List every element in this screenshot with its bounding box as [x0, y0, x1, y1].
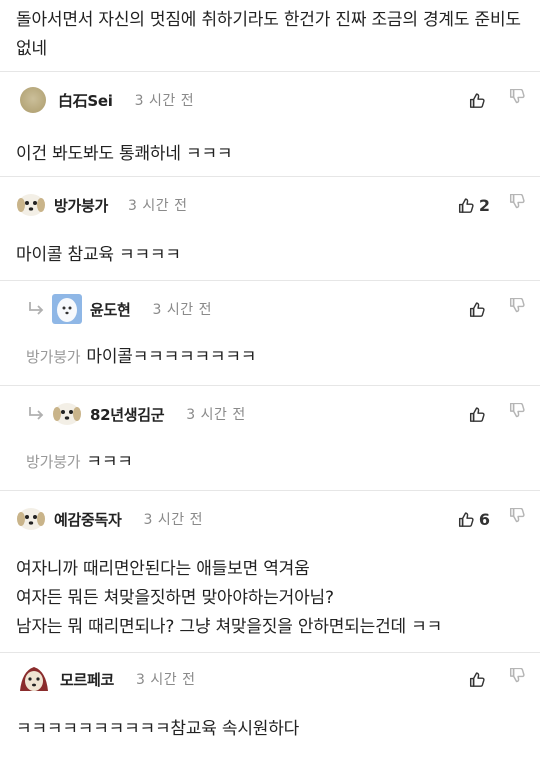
avatar[interactable] — [16, 504, 46, 534]
comment-header: 방가붕가 3 시간 전 2 — [16, 177, 540, 233]
avatar[interactable] — [20, 87, 46, 113]
comment-author[interactable]: 방가붕가 — [54, 195, 108, 216]
like-button[interactable]: 6 — [457, 510, 490, 529]
vote-controls: 6 — [457, 491, 526, 547]
white-dog-avatar-icon — [52, 294, 82, 324]
thumbs-up-icon — [458, 512, 474, 527]
like-button[interactable] — [468, 91, 490, 109]
reply-mention[interactable]: 방가붕가 — [26, 453, 81, 471]
vote-controls: 2 — [457, 177, 526, 233]
like-button[interactable] — [468, 405, 490, 423]
thumbs-down-icon — [509, 507, 525, 523]
comment-item: 白石Sei 3 시간 전 이건 봐도봐도 통쾌하네 ㅋㅋㅋ — [0, 72, 540, 177]
vote-controls — [468, 72, 526, 128]
reply-mention[interactable]: 방가붕가 — [26, 348, 81, 366]
comment-author[interactable]: 예감중독자 — [54, 509, 122, 530]
comment-time: 3 시간 전 — [143, 512, 203, 528]
like-count: 2 — [478, 195, 490, 215]
comment-line: 마이콜ㅋㅋㅋㅋㅋㅋㅋㅋ — [86, 347, 257, 367]
reply-item: 윤도현 3 시간 전 방가붕가 마이콜ㅋㅋㅋㅋㅋㅋㅋㅋ — [0, 281, 540, 386]
comment-item: 모르페코 3 시간 전 ㅋㅋㅋㅋㅋㅋㅋㅋㅋㅋ참교육 속시원하다 — [0, 653, 540, 756]
dislike-button[interactable] — [508, 193, 526, 216]
comment-body: 방가붕가 ㅋㅋㅋ — [0, 442, 540, 477]
thumbs-up-icon — [469, 407, 485, 422]
vote-controls — [468, 281, 526, 337]
thumbs-up-icon — [469, 302, 485, 317]
comment-line: 이건 봐도봐도 통쾌하네 ㅋㅋㅋ — [16, 144, 233, 164]
puppy-avatar-icon — [17, 508, 45, 530]
comment-header: 예감중독자 3 시간 전 6 — [16, 491, 540, 547]
comment-time: 3 시간 전 — [186, 407, 246, 423]
comment-body: ㅋㅋㅋㅋㅋㅋㅋㅋㅋㅋ참교육 속시원하다 — [0, 705, 540, 744]
puppy-avatar-icon — [17, 194, 45, 216]
comment-body: 방가붕가 마이콜ㅋㅋㅋㅋㅋㅋㅋㅋ — [0, 337, 540, 372]
thumbs-up-icon — [458, 198, 474, 213]
like-count: 6 — [478, 509, 490, 529]
reply-item: 82년생김군 3 시간 전 방가붕가 ㅋㅋㅋ — [0, 386, 540, 491]
article-tail-text: 돌아서면서 자신의 멋짐에 취하기라도 한건가 진짜 조금의 경계도 준비도 없… — [16, 10, 521, 59]
comment-body: 마이콜 참교육 ㅋㅋㅋㅋ — [0, 233, 540, 270]
thumbs-down-icon — [509, 88, 525, 104]
like-button[interactable] — [468, 300, 490, 318]
dislike-button[interactable] — [508, 88, 526, 111]
article-tail: 돌아서면서 자신의 멋짐에 취하기라도 한건가 진짜 조금의 경계도 준비도 없… — [0, 0, 540, 72]
avatar[interactable] — [52, 294, 82, 324]
like-button[interactable]: 2 — [457, 196, 490, 215]
comment-time: 3 시간 전 — [136, 672, 196, 688]
comment-time: 3 시간 전 — [152, 302, 212, 318]
puppy-avatar-icon — [53, 403, 81, 425]
comment-author[interactable]: 윤도현 — [90, 299, 131, 320]
comment-line: ㅋㅋㅋ — [86, 452, 133, 472]
avatar[interactable] — [16, 661, 52, 697]
dislike-button[interactable] — [508, 667, 526, 690]
thumbs-down-icon — [509, 193, 525, 209]
comment-line: 여자든 뭐든 쳐맞을짓하면 맞아야하는거아님? — [16, 588, 334, 608]
thumbs-up-icon — [469, 93, 485, 108]
reply-arrow-icon — [29, 302, 44, 315]
thumbs-down-icon — [509, 667, 525, 683]
comment-author[interactable]: 白石Sei — [58, 90, 113, 111]
dislike-button[interactable] — [508, 402, 526, 425]
avatar[interactable] — [16, 190, 46, 220]
dislike-button[interactable] — [508, 507, 526, 530]
thumbs-up-icon — [469, 672, 485, 687]
comment-author[interactable]: 82년생김군 — [90, 404, 165, 425]
dislike-button[interactable] — [508, 297, 526, 320]
comment-item: 예감중독자 3 시간 전 6 여자니까 때리면안된다는 애들보면 역겨움 여자든… — [0, 491, 540, 653]
comment-line: 남자는 뭐 때리면되나? 그냥 쳐맞을짓을 안하면되는건데 ㅋㅋ — [16, 617, 443, 637]
vote-controls — [468, 386, 526, 442]
comment-header: 82년생김군 3 시간 전 — [0, 386, 540, 442]
like-button[interactable] — [468, 670, 490, 688]
comment-author[interactable]: 모르페코 — [60, 669, 114, 690]
comment-header: 모르페코 3 시간 전 — [16, 653, 540, 705]
reply-arrow-icon — [29, 407, 44, 420]
thumbs-down-icon — [509, 297, 525, 313]
thumbs-down-icon — [509, 402, 525, 418]
comment-body: 이건 봐도봐도 통쾌하네 ㅋㅋㅋ — [0, 128, 540, 169]
comment-header: 윤도현 3 시간 전 — [0, 281, 540, 337]
comment-time: 3 시간 전 — [134, 93, 195, 109]
comment-header: 白石Sei 3 시간 전 — [20, 72, 540, 128]
creature-avatar-icon — [16, 661, 52, 697]
avatar[interactable] — [52, 399, 82, 429]
comment-line: ㅋㅋㅋㅋㅋㅋㅋㅋㅋㅋ참교육 속시원하다 — [16, 719, 300, 739]
comment-body: 여자니까 때리면안된다는 애들보면 역겨움 여자든 뭐든 쳐맞을짓하면 맞아야하… — [0, 547, 540, 642]
comment-line: 여자니까 때리면안된다는 애들보면 역겨움 — [16, 559, 310, 579]
vote-controls — [468, 653, 526, 705]
comment-time: 3 시간 전 — [128, 198, 188, 214]
comment-item: 방가붕가 3 시간 전 2 마이콜 참교육 ㅋㅋㅋㅋ — [0, 177, 540, 281]
comment-line: 마이콜 참교육 ㅋㅋㅋㅋ — [16, 245, 181, 265]
